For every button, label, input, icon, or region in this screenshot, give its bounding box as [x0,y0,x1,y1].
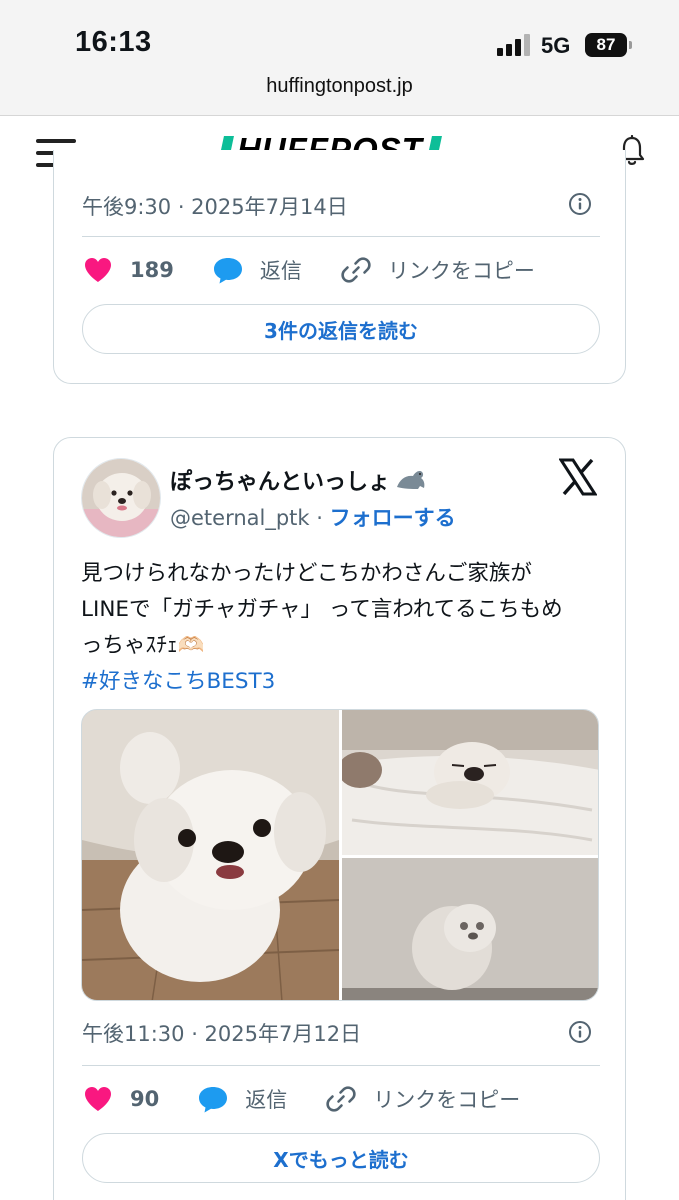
author-handle[interactable]: @eternal_ptk [170,506,310,530]
status-time: 16:13 [75,26,152,58]
media-photo-dog-on-floor[interactable] [82,710,339,1000]
tweet-text: 見つけられなかったけどこちかわさんご家族が LINEで「ガチャガチャ」 って言わ… [81,556,601,700]
seal-icon [397,471,425,489]
reply-bubble-icon [199,1087,228,1113]
tweet-actions: 189 返信 リンクをコピー [82,252,573,288]
reply-label: 返信 [259,259,302,283]
read-more-on-x-button[interactable]: Xでもっと読む [82,1133,600,1183]
like-count: 90 [130,1087,160,1111]
like-button[interactable]: 90 [82,1083,159,1115]
author-display-name[interactable]: ぽっちゃんといっしょ [170,464,390,496]
link-icon [326,1086,356,1112]
heart-icon [85,258,111,282]
handle-separator: · [309,506,330,530]
reply-button[interactable]: 返信 [197,1083,287,1115]
read-replies-button[interactable]: 3件の返信を読む [82,304,600,354]
avatar[interactable] [81,458,161,538]
hashtag-link[interactable]: #好きなこちBEST3 [81,664,601,700]
reply-bubble-icon [213,258,242,284]
media-photo-dog-behind-glass[interactable] [342,858,598,1000]
tweet-card: ぽっちゃんといっしょ @eternal_ptk · フォローする 見つけられなか… [53,437,626,1200]
tweet-divider [82,1065,600,1066]
battery-icon: 87 [585,33,627,57]
tweet-text-line: っちゃｽﾁｪ🫶🏻 [81,633,205,658]
heart-icon [85,1087,111,1111]
tweet-timestamp[interactable]: 午後9:30 · 2025年7月14日 [82,191,348,221]
x-logo-icon[interactable] [559,458,597,496]
signal-strength-icon [497,34,531,56]
media-photo-dog-on-bed[interactable] [342,710,598,855]
tweet-text-line: LINEで「ガチャガチャ」 って言われてるこちもめ [81,597,563,622]
tweet-actions: 90 返信 リンクをコピー [82,1081,558,1117]
battery-tip [629,41,632,49]
reply-button[interactable]: 返信 [212,254,302,286]
copy-link-label: リンクをコピー [387,259,535,283]
author-name-row[interactable]: ぽっちゃんといっしょ [170,464,428,496]
tweet-text-line: 見つけられなかったけどこちかわさんご家族が [81,561,532,586]
like-count: 189 [130,258,174,282]
reply-label: 返信 [245,1088,288,1112]
info-icon[interactable] [568,192,592,216]
like-button[interactable]: 189 [82,254,174,286]
info-icon[interactable] [568,1020,592,1044]
follow-button[interactable]: フォローする [330,506,456,530]
copy-link-button[interactable]: リンクをコピー [340,254,535,286]
tweet-card: 午後9:30 · 2025年7月14日 189 返信 リンクをコピー 3件の返信… [53,150,626,384]
copy-link-button[interactable]: リンクをコピー [325,1083,520,1115]
link-icon [341,257,371,283]
avatar-dog-photo [82,459,160,537]
copy-link-label: リンクをコピー [373,1088,521,1112]
tweet-divider [82,236,600,237]
author-handle-row: @eternal_ptk · フォローする [170,502,456,532]
tweet-timestamp[interactable]: 午後11:30 · 2025年7月12日 [82,1018,361,1048]
tweet-media-grid [81,709,599,1001]
address-bar-url[interactable]: huffingtonpost.jp [0,75,679,98]
status-bar: 16:13 5G 87 huffingtonpost.jp [0,0,679,116]
network-type: 5G [541,33,571,58]
